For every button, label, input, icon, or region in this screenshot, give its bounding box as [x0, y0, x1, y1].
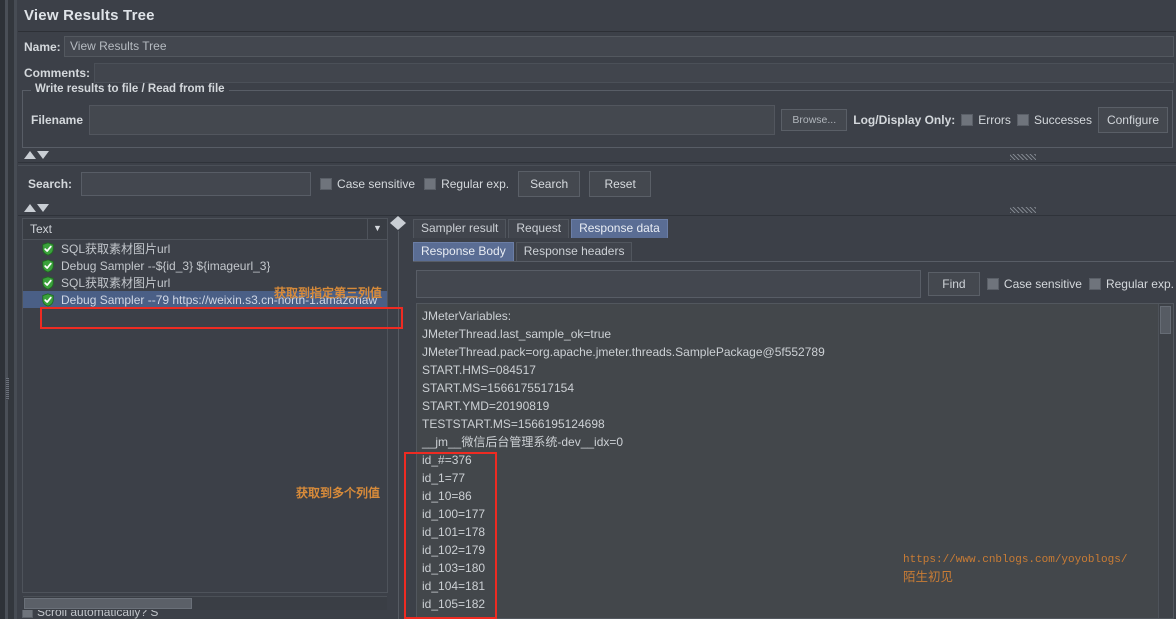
browse-button[interactable]: Browse... — [781, 109, 848, 131]
comments-label: Comments: — [24, 66, 91, 80]
tab-response-data[interactable]: Response data — [571, 219, 668, 238]
page-title: View Results Tree — [24, 7, 155, 24]
find-case-sensitive-row[interactable]: Case sensitive — [986, 277, 1082, 291]
collapse-down-icon[interactable] — [37, 151, 49, 159]
reset-button[interactable]: Reset — [589, 170, 652, 197]
tree-render-combo-value: Text — [30, 222, 53, 236]
search-case-sensitive-checkbox[interactable] — [320, 177, 333, 190]
tree-row[interactable]: Debug Sampler --${id_3} ${imageurl_3} — [23, 257, 387, 274]
success-shield-icon — [42, 292, 54, 307]
success-shield-icon — [42, 241, 54, 256]
tab-request[interactable]: Request — [508, 219, 570, 238]
collapse-down-icon[interactable] — [37, 204, 49, 212]
comments-row: Comments: — [18, 61, 1176, 85]
tree-row-label: Debug Sampler --${id_3} ${imageurl_3} — [61, 258, 271, 273]
tab-response-body[interactable]: Response Body — [413, 242, 514, 261]
collapse-up-icon[interactable] — [24, 151, 36, 159]
result-tabs[interactable]: Sampler result Request Response data — [413, 218, 1174, 238]
resize-hatch-top[interactable] — [1010, 154, 1036, 160]
tree-row-label: SQL获取素材图片url — [61, 242, 171, 256]
splitter-collapse-arrows[interactable] — [390, 216, 406, 230]
comments-input[interactable] — [94, 63, 1174, 83]
chevron-down-icon[interactable]: ▼ — [367, 219, 387, 239]
find-regular-exp-checkbox[interactable] — [1088, 278, 1101, 290]
scroll-automatically-checkbox[interactable] — [22, 610, 33, 618]
name-label: Name: — [24, 39, 61, 54]
tree-render-combo[interactable]: Text ▼ — [22, 218, 388, 240]
tree-row-label: SQL获取素材图片url — [61, 276, 171, 290]
find-regular-exp-label: Regular exp. — [1105, 277, 1174, 291]
collapse-arrows-bottom[interactable] — [24, 204, 49, 212]
find-case-sensitive-checkbox[interactable] — [986, 278, 999, 290]
results-tree-panel: Text ▼ SQL获取素材图片url Debug Sampler --${id_… — [22, 218, 388, 611]
collapse-up-icon[interactable] — [24, 204, 36, 212]
find-case-sensitive-label: Case sensitive — [1003, 277, 1082, 291]
collapse-arrows-top[interactable] — [24, 151, 49, 159]
page-title-bar: View Results Tree — [18, 0, 1176, 32]
filename-input[interactable] — [89, 105, 776, 135]
search-button[interactable]: Search — [518, 170, 581, 197]
tab-response-headers[interactable]: Response headers — [515, 242, 633, 261]
search-regular-exp-row[interactable]: Regular exp. — [424, 177, 509, 191]
errors-label: Errors — [978, 113, 1011, 127]
success-shield-icon — [42, 275, 54, 290]
collapse-left-icon[interactable] — [390, 216, 398, 230]
success-shield-icon — [42, 258, 54, 273]
tabs-underline — [413, 261, 1174, 262]
successes-checkbox[interactable] — [1016, 114, 1029, 126]
tree-horizontal-scrollbar[interactable] — [23, 596, 387, 610]
search-case-sensitive-label: Case sensitive — [337, 176, 416, 191]
configure-button[interactable]: Configure — [1097, 107, 1168, 133]
divider-top — [18, 162, 1176, 163]
collapse-right-icon[interactable] — [398, 216, 406, 230]
search-regular-exp-checkbox[interactable] — [424, 177, 437, 190]
watermark-url: https://www.cnblogs.com/yoyoblogs/ — [903, 554, 1128, 566]
successes-label: Successes — [1033, 113, 1092, 127]
watermark-author: 陌生初见 — [903, 570, 954, 584]
response-vertical-scrollbar[interactable] — [1158, 304, 1173, 618]
successes-checkbox-row[interactable]: Successes — [1016, 113, 1092, 127]
filename-row: Filename Browse... Log/Display Only: Err… — [31, 105, 1168, 135]
split-pane-grip[interactable] — [6, 378, 9, 400]
tab-sampler-result[interactable]: Sampler result — [413, 219, 507, 238]
search-label: Search: — [28, 176, 73, 191]
find-button[interactable]: Find — [927, 272, 980, 296]
window-edge-rail — [14, 0, 17, 619]
search-bar: Search: Case sensitive Regular exp. Sear… — [18, 165, 1176, 201]
jmeter-view-results-tree-window: View Results Tree Name: View Results Tre… — [0, 0, 1176, 619]
scroll-automatically-inner: Scroll automatically? S — [22, 610, 158, 619]
resize-hatch-bottom[interactable] — [1010, 207, 1036, 213]
annotation-third-column: 获取到指定第三列值 — [274, 286, 383, 300]
watermark: https://www.cnblogs.com/yoyoblogs/ 陌生初见 — [903, 554, 1127, 585]
search-regular-exp-label: Regular exp. — [441, 176, 510, 191]
find-input[interactable] — [416, 270, 921, 298]
tree-row[interactable]: SQL获取素材图片url — [23, 240, 387, 257]
splitter-line — [398, 231, 399, 619]
highlight-box-selected-sampler — [40, 307, 403, 329]
filename-label: Filename — [31, 113, 84, 127]
find-regular-exp-row[interactable]: Regular exp. — [1088, 277, 1174, 291]
write-results-group: Write results to file / Read from file F… — [22, 83, 1173, 148]
scroll-automatically-label: Scroll automatically? S — [37, 610, 159, 619]
scroll-automatically-row[interactable]: Scroll automatically? S — [22, 610, 382, 619]
search-case-sensitive-row[interactable]: Case sensitive — [320, 177, 415, 191]
collapse-bar-top[interactable] — [18, 150, 1176, 163]
response-subtabs[interactable]: Response Body Response headers — [413, 240, 1174, 261]
log-display-only-label: Log/Display Only: — [853, 113, 956, 127]
response-scrollbar-thumb[interactable] — [1160, 306, 1171, 334]
find-bar: Find Case sensitive Regular exp. — [416, 269, 1174, 299]
write-results-legend: Write results to file / Read from file — [31, 83, 229, 95]
name-row: Name: View Results Tree — [18, 33, 1176, 60]
errors-checkbox-row[interactable]: Errors — [961, 113, 1011, 127]
annotation-multiple-values: 获取到多个列值 — [296, 486, 381, 500]
highlight-box-id-values — [404, 452, 497, 619]
name-input[interactable]: View Results Tree — [64, 36, 1174, 57]
tree-scrollbar-thumb[interactable] — [24, 598, 192, 609]
search-input[interactable] — [81, 171, 312, 196]
errors-checkbox[interactable] — [961, 114, 974, 126]
